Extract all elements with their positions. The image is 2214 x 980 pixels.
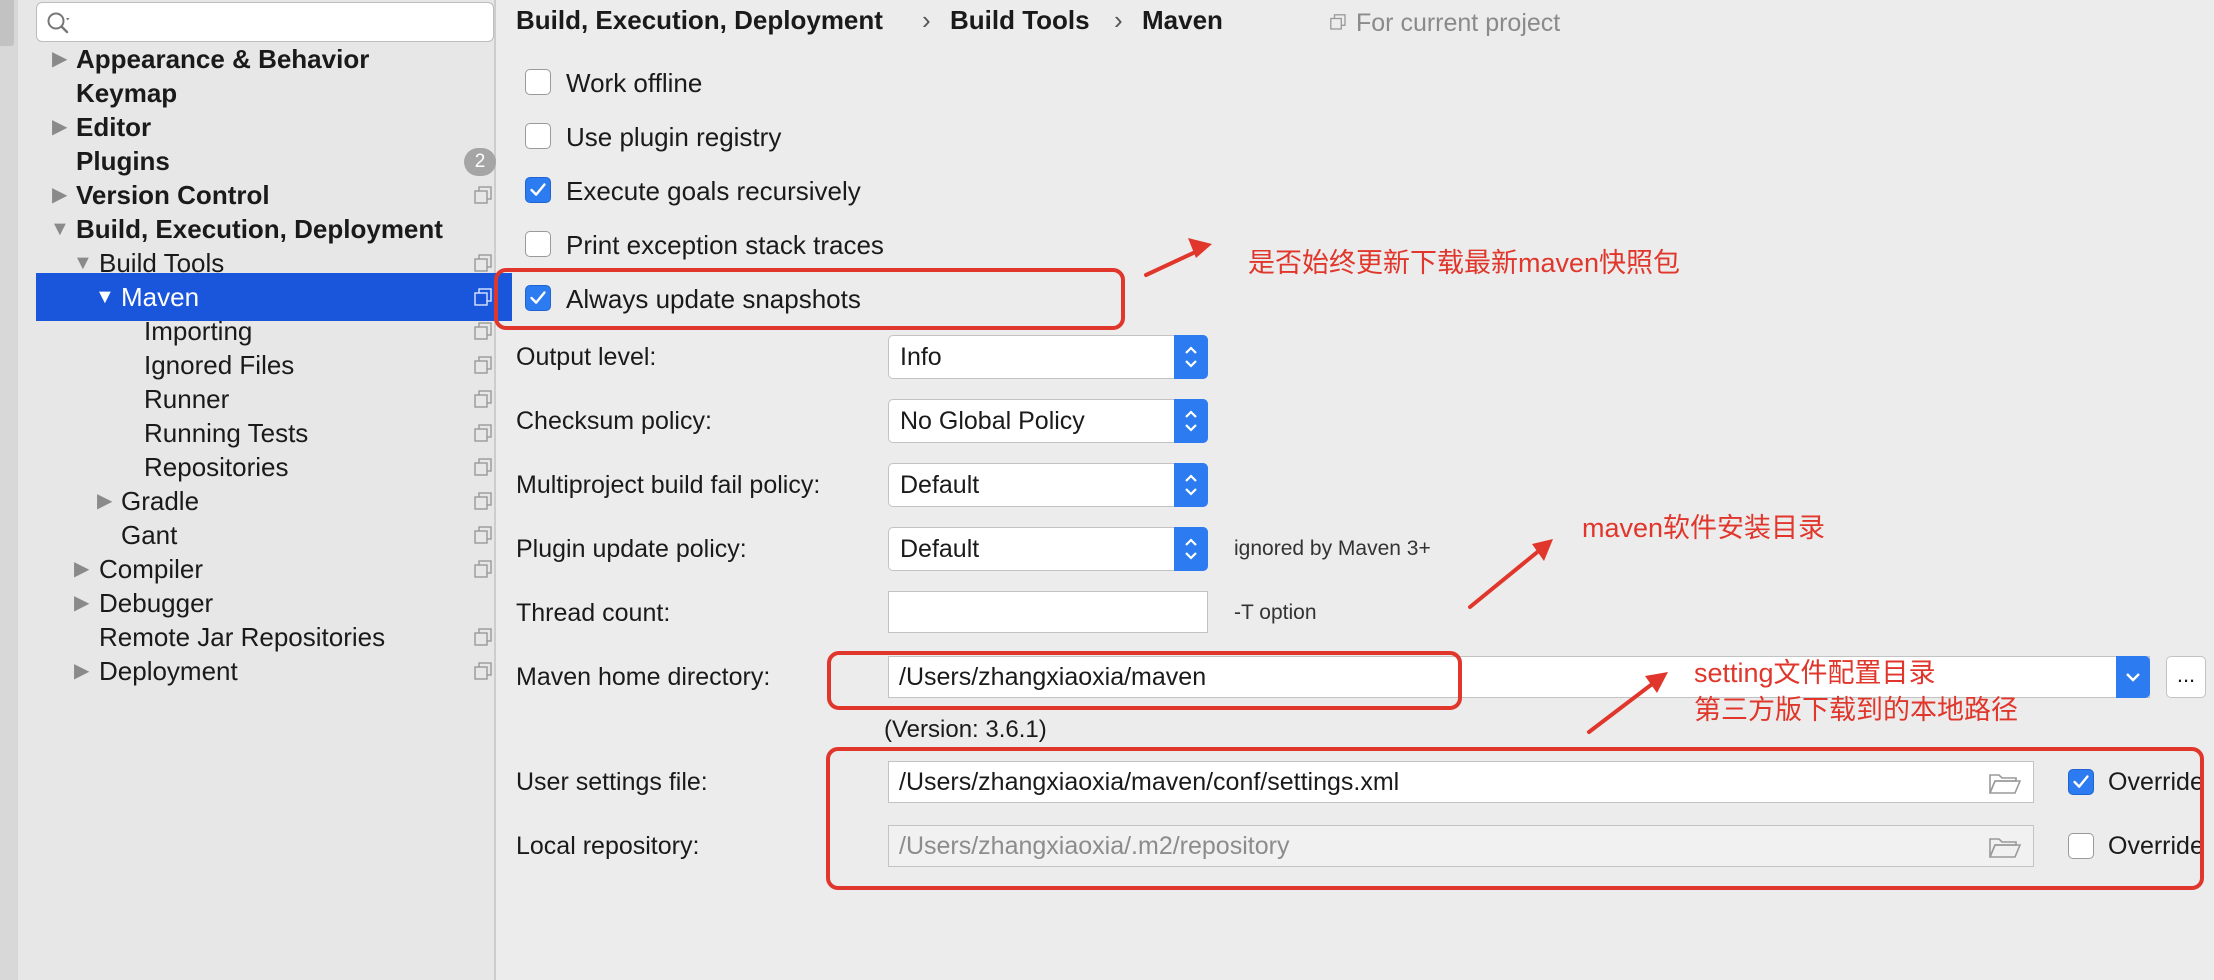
annotation-arrow xyxy=(1468,543,1548,609)
annotation-text-local-path: 第三方版下载到的本地路径 xyxy=(1694,695,2018,725)
annotation-text-snapshots: 是否始终更新下载最新maven快照包 xyxy=(1248,248,1681,278)
annotation-text-settings-dir: setting文件配置目录 xyxy=(1694,658,1936,688)
arrowhead-icon xyxy=(1532,539,1553,561)
annotation-text-maven-home: maven软件安装目录 xyxy=(1582,513,1826,543)
annotation-arrows xyxy=(1144,238,1668,734)
annotation-arrow xyxy=(1587,676,1662,734)
arrowhead-icon xyxy=(1645,672,1668,693)
